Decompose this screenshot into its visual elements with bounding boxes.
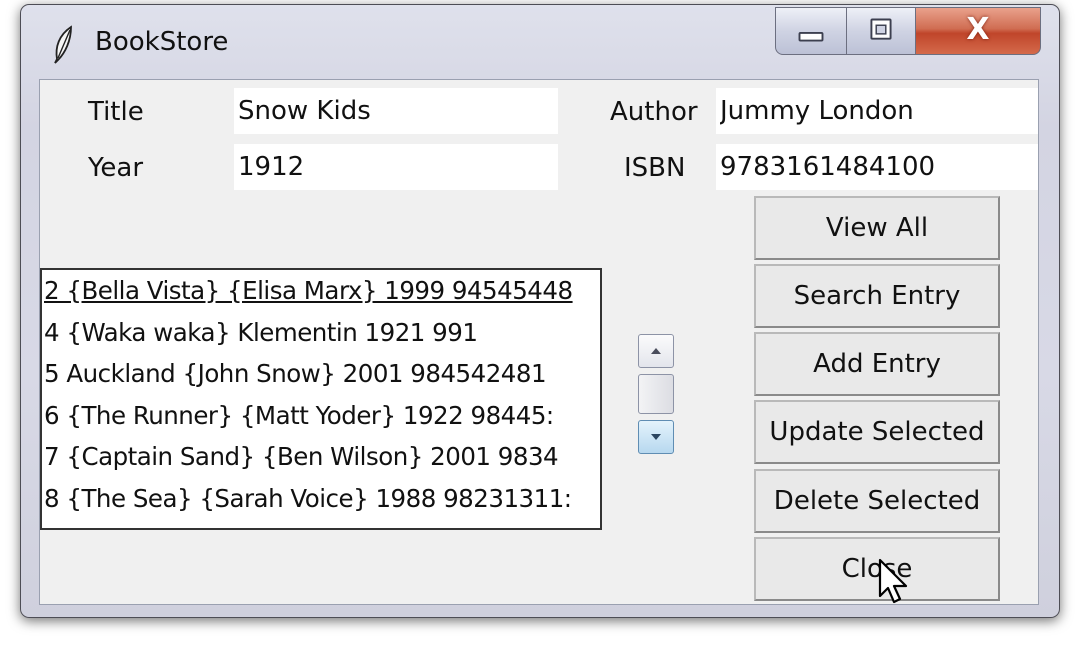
close-window-button[interactable]: X [915,7,1041,55]
close-icon: X [966,12,990,47]
scroll-up-arrow-icon [651,348,661,354]
isbn-field[interactable] [716,144,1038,190]
minimize-button[interactable] [775,7,847,55]
bookstore-window: BookStore X Title Author Year ISBN 2 {Be… [20,4,1060,618]
search-entry-button[interactable]: Search Entry [754,264,1000,328]
update-selected-button[interactable]: Update Selected [754,400,1000,464]
vertical-scrollbar[interactable] [638,334,676,464]
scroll-down-arrow-icon [651,434,661,440]
feather-icon [54,25,72,64]
scroll-up-button[interactable] [638,334,674,368]
add-entry-button[interactable]: Add Entry [754,332,1000,396]
list-item[interactable]: 2 {Bella Vista} {Elisa Marx} 1999 945454… [42,270,600,312]
close-button[interactable]: Close [754,537,1000,601]
isbn-label: ISBN [624,153,686,183]
title-label: Title [88,97,144,127]
title-field[interactable] [234,88,558,134]
scroll-down-button[interactable] [638,420,674,454]
list-item[interactable]: 8 {The Sea} {Sarah Voice} 1988 98231311: [42,478,600,520]
list-item[interactable]: 7 {Captain Sand} {Ben Wilson} 2001 9834 [42,436,600,478]
year-label: Year [88,153,144,183]
year-field[interactable] [234,144,558,190]
view-all-button[interactable]: View All [754,196,1000,260]
author-label: Author [610,97,698,127]
client-area: Title Author Year ISBN 2 {Bella Vista} {… [39,79,1039,605]
maximize-icon [870,18,892,40]
minimize-icon [798,31,824,42]
delete-selected-button[interactable]: Delete Selected [754,469,1000,533]
books-listbox[interactable]: 2 {Bella Vista} {Elisa Marx} 1999 945454… [40,268,602,530]
maximize-button[interactable] [846,7,916,55]
scroll-thumb[interactable] [638,374,674,414]
list-item[interactable]: 5 Auckland {John Snow} 2001 984542481 [42,353,600,395]
author-field[interactable] [716,88,1038,134]
window-title: BookStore [95,27,229,57]
list-item[interactable]: 4 {Waka waka} Klementin 1921 991 [42,312,600,354]
title-bar[interactable]: BookStore X [21,5,1059,77]
list-item[interactable]: 6 {The Runner} {Matt Yoder} 1922 98445: [42,395,600,437]
